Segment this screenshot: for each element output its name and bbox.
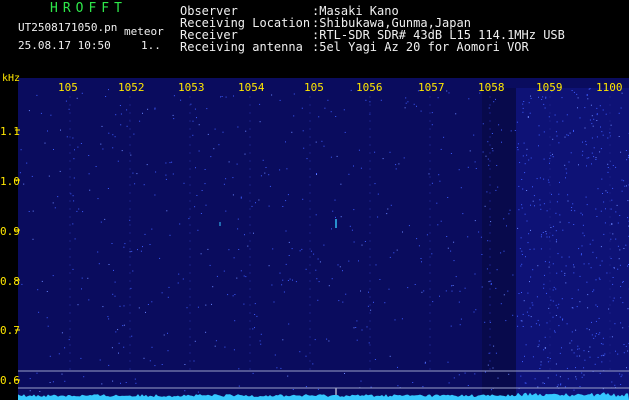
x-tick-label: 1052 (118, 81, 145, 94)
spectrogram-overlay (15, 88, 629, 400)
timestamp: 25.08.17 10:50 (18, 39, 111, 52)
y-tick-label: 1.0 (0, 175, 20, 188)
x-tick-label: 1100 (596, 81, 623, 94)
y-tick-label: 0.6 (0, 374, 20, 387)
y-tick-label: 0.7 (0, 324, 20, 337)
antenna-value: :5el Yagi Az 20 for Aomori VOR (312, 40, 529, 54)
x-tick-label: 105 (304, 81, 324, 94)
file-name: UT2508171050.pn (18, 21, 118, 34)
dark-band (482, 88, 516, 400)
x-tick-label: 1056 (356, 81, 383, 94)
axis-unit-label: kHz (2, 73, 21, 84)
y-tick-label: 1.1 (0, 125, 20, 138)
noise-band (516, 88, 629, 400)
x-tick-label: 1053 (178, 81, 205, 94)
y-tick-label: 0.8 (0, 275, 20, 288)
x-tick-label: 1059 (536, 81, 563, 94)
detection-tag: meteor (124, 25, 164, 38)
x-tick-label: 1054 (238, 81, 265, 94)
x-tick-label: 1058 (478, 81, 505, 94)
spectrogram-window: HROFFT UT2508171050.pn meteor 25.08.17 1… (0, 0, 629, 400)
x-tick-label: 105 (58, 81, 78, 94)
brand-title: HROFFT (50, 1, 127, 16)
antenna-label: Receiving antenna (180, 40, 303, 54)
x-tick-label: 1057 (418, 81, 445, 94)
y-tick-label: 0.9 (0, 225, 20, 238)
extra-indicator: 1.. (141, 39, 161, 52)
